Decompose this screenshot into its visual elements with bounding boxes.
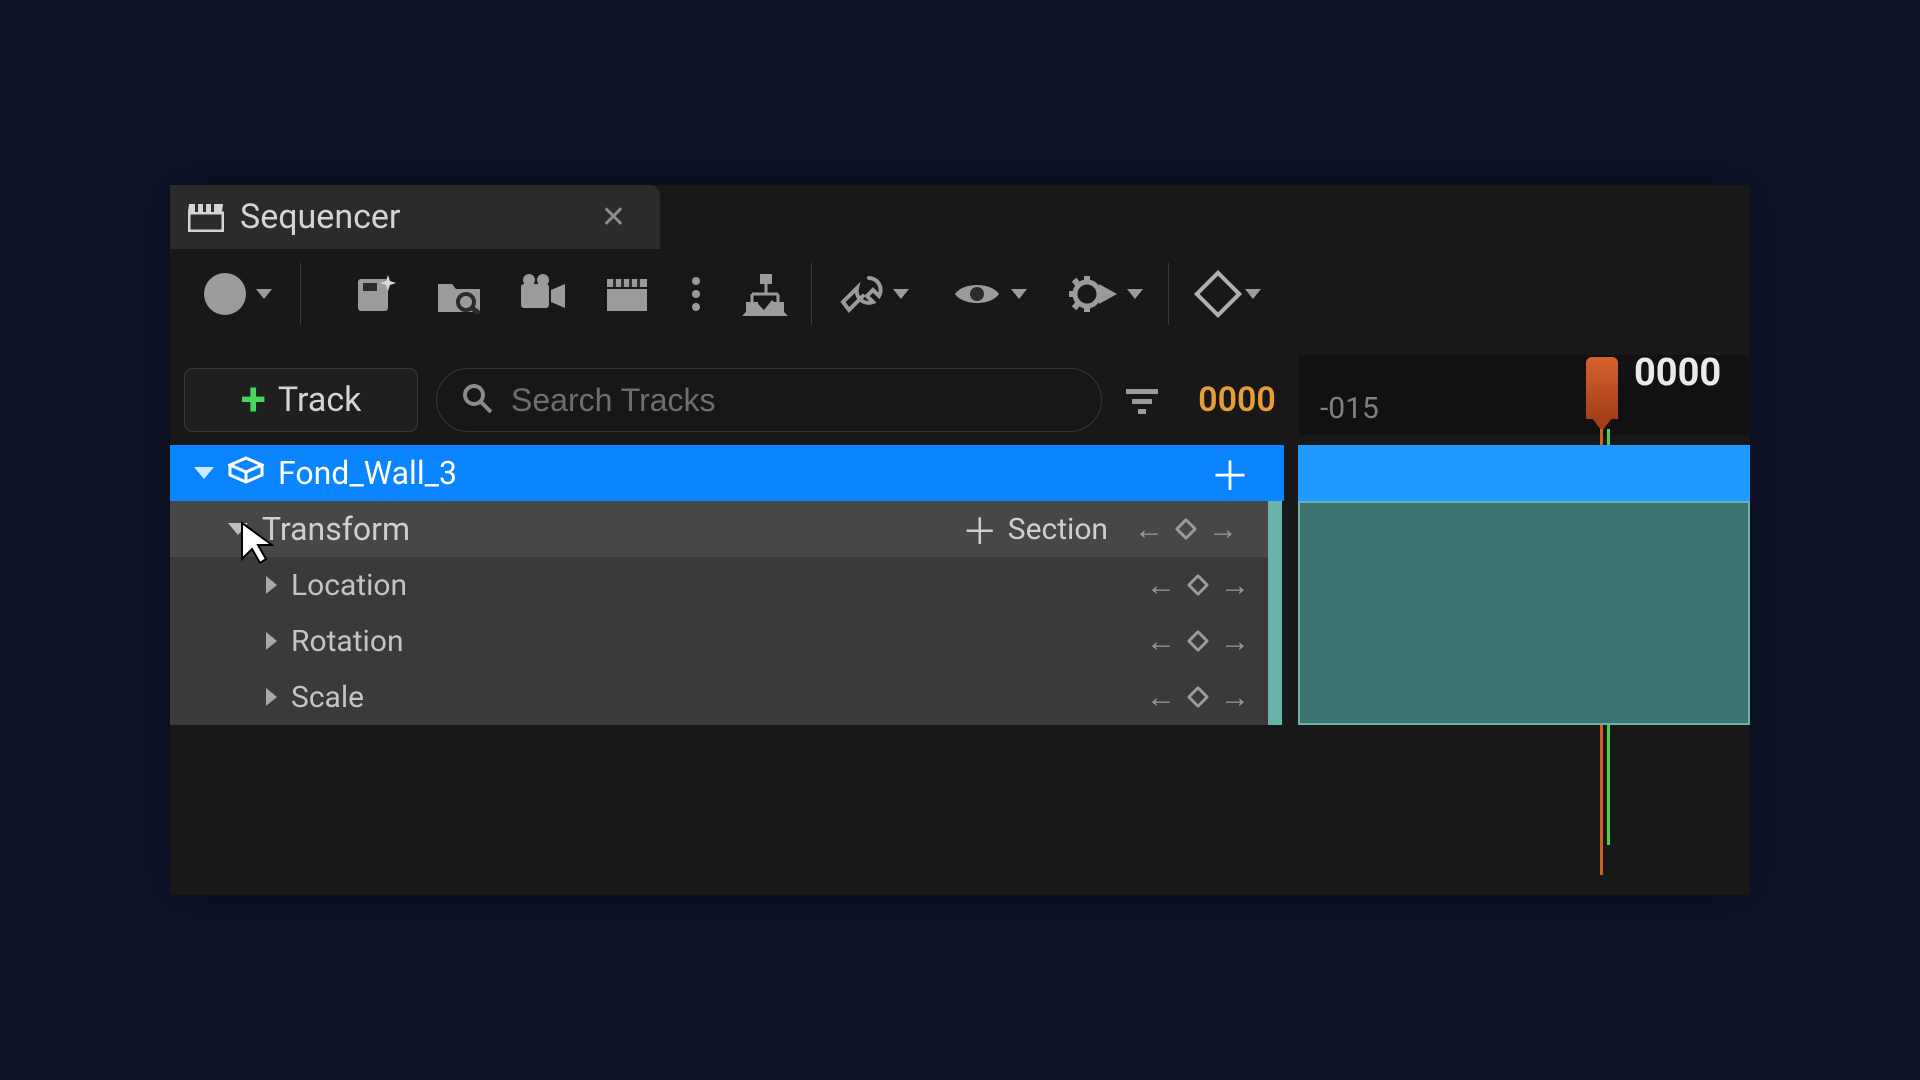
location-track-row[interactable]: Location ← → (170, 557, 1268, 613)
next-key-button[interactable]: → (1220, 568, 1250, 603)
hierarchy-icon (742, 272, 788, 316)
rotation-label: Rotation (291, 624, 404, 659)
view-options-button[interactable] (946, 266, 1034, 322)
save-sparkle-icon (354, 273, 396, 315)
transform-section-handle[interactable] (1268, 501, 1282, 725)
next-key-button[interactable]: → (1208, 512, 1238, 547)
clapper-icon (605, 275, 649, 313)
expand-toggle-icon[interactable] (228, 523, 248, 535)
add-key-button[interactable] (1187, 686, 1210, 709)
prev-key-button[interactable]: ← (1146, 568, 1176, 603)
separator (300, 263, 301, 325)
transform-label: Transform (262, 510, 410, 548)
separator (1168, 263, 1169, 325)
chevron-down-icon (1011, 289, 1027, 299)
key-all-button[interactable] (1187, 266, 1275, 322)
globe-icon (204, 273, 246, 315)
tab-sequencer[interactable]: Sequencer ✕ (170, 185, 660, 249)
search-tracks-input[interactable] (511, 382, 1077, 419)
prev-key-button[interactable]: ← (1134, 512, 1164, 547)
chevron-down-icon (1245, 289, 1261, 299)
add-key-button[interactable] (1187, 574, 1210, 597)
eye-icon (953, 279, 1001, 309)
add-track-button[interactable]: + Track (184, 368, 418, 432)
toolbar (170, 249, 1750, 339)
add-key-button[interactable] (1175, 518, 1198, 541)
chevron-down-icon (893, 289, 909, 299)
scale-track-row[interactable]: Scale ← → (170, 669, 1268, 725)
expand-toggle-icon[interactable] (266, 576, 277, 594)
playback-options-button[interactable] (830, 266, 918, 322)
scale-label: Scale (291, 680, 364, 715)
render-movie-button[interactable] (515, 266, 571, 322)
filter-button[interactable] (1120, 386, 1164, 414)
add-section-button[interactable]: ＋ (962, 503, 998, 555)
track-header-bar: + Track 0000 (184, 365, 1292, 435)
rotation-track-row[interactable]: Rotation ← → (170, 613, 1268, 669)
find-in-content-browser-button[interactable] (431, 266, 487, 322)
gear-play-icon (1069, 272, 1117, 316)
prev-key-button[interactable]: ← (1146, 680, 1176, 715)
search-icon (461, 382, 493, 418)
search-tracks-field[interactable] (436, 368, 1102, 432)
keyframe-diamond-icon (1194, 270, 1242, 318)
add-key-button[interactable] (1187, 630, 1210, 653)
camera-icon (519, 274, 567, 314)
actions-button[interactable] (599, 266, 655, 322)
actor-icon (228, 454, 264, 492)
section-label: Section (1008, 512, 1108, 547)
actor-name-label: Fond_Wall_3 (278, 454, 457, 492)
location-label: Location (291, 568, 407, 603)
kebab-icon (692, 276, 700, 312)
chevron-down-icon (256, 289, 272, 299)
filter-icon (1124, 386, 1160, 414)
create-camera-button[interactable] (737, 266, 793, 322)
playhead-frame-label: 0000 (1634, 351, 1721, 395)
save-button[interactable] (347, 266, 403, 322)
clapperboard-icon (188, 202, 224, 232)
sequencer-panel: Sequencer ✕ (170, 185, 1750, 895)
current-frame-field[interactable]: 0000 (1182, 380, 1292, 420)
separator (811, 263, 812, 325)
actor-timeline-block[interactable] (1298, 445, 1750, 501)
tab-title: Sequencer (240, 197, 400, 237)
world-context-button[interactable] (194, 266, 282, 322)
add-subtrack-button[interactable]: ＋ (1210, 444, 1250, 502)
add-track-label: Track (278, 380, 361, 420)
auto-key-options-button[interactable] (1062, 266, 1150, 322)
chevron-down-icon (1127, 289, 1143, 299)
expand-toggle-icon[interactable] (266, 688, 277, 706)
prev-key-button[interactable]: ← (1146, 624, 1176, 659)
transform-track-row[interactable]: Transform ＋ Section ← → (170, 501, 1268, 557)
folder-search-icon (436, 274, 482, 314)
playhead-handle[interactable] (1586, 357, 1618, 419)
next-key-button[interactable]: → (1220, 624, 1250, 659)
close-tab-button[interactable]: ✕ (585, 200, 642, 235)
ruler-tick-label: -015 (1320, 391, 1379, 426)
transform-section-block[interactable] (1298, 501, 1750, 725)
next-key-button[interactable]: → (1220, 680, 1250, 715)
expand-toggle-icon[interactable] (194, 467, 214, 479)
expand-toggle-icon[interactable] (266, 632, 277, 650)
wrench-icon (839, 274, 883, 314)
actor-track-row[interactable]: Fond_Wall_3 ＋ (170, 445, 1284, 501)
more-actions-button[interactable] (683, 266, 709, 322)
